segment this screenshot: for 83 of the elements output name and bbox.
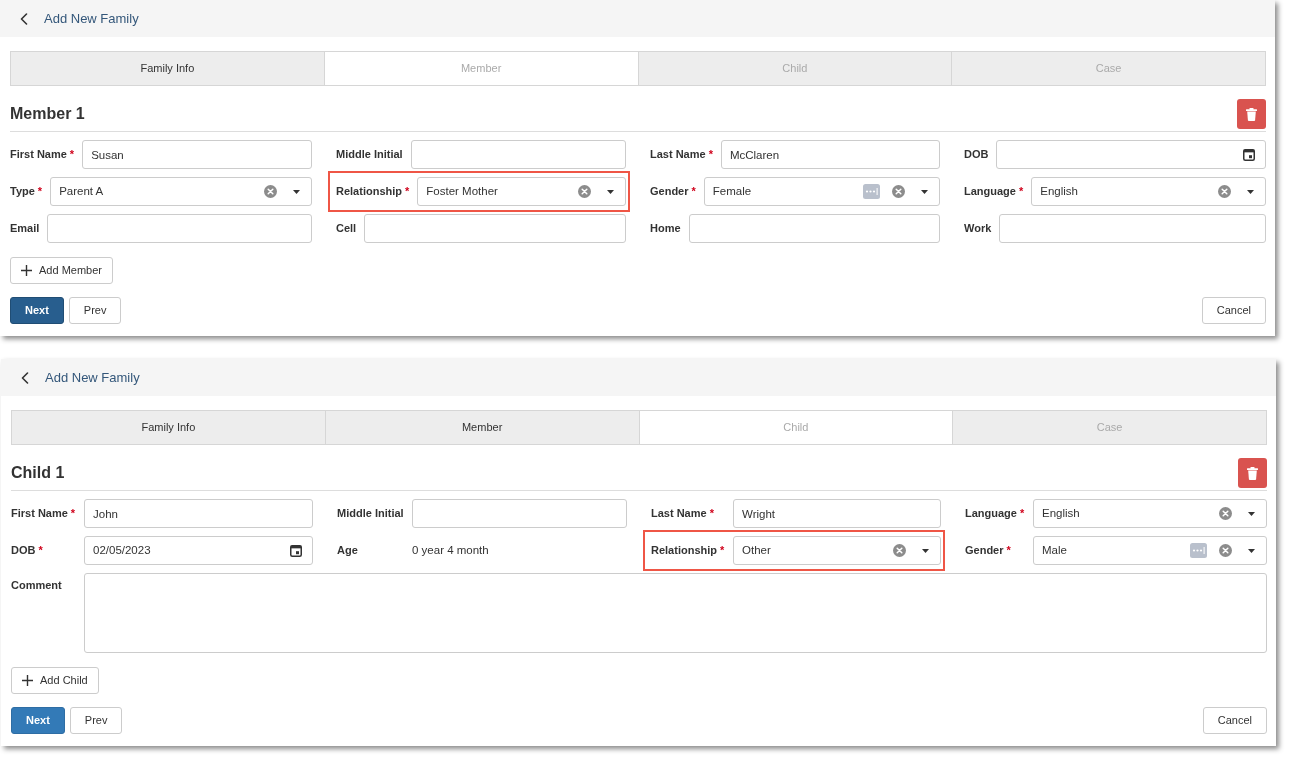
field-label: DOB <box>964 147 990 163</box>
clear-icon[interactable] <box>893 544 906 557</box>
add-button[interactable]: Add Member <box>10 257 113 284</box>
section-title: Member 1 <box>10 104 85 124</box>
page-title: Add New Family <box>45 368 140 387</box>
trash-icon <box>1246 107 1257 121</box>
input-field[interactable] <box>999 214 1266 243</box>
input-field[interactable] <box>47 214 312 243</box>
field-label: Middle Initial <box>336 147 404 163</box>
select-field[interactable]: Male <box>1033 536 1267 565</box>
field-value: 0 year 4 month <box>412 542 489 558</box>
plus-icon <box>22 675 33 686</box>
caret-icon[interactable] <box>1248 548 1255 553</box>
step-tab[interactable]: Member <box>324 410 640 445</box>
caret-icon[interactable] <box>293 189 300 194</box>
chevron-left-icon[interactable] <box>21 371 29 384</box>
next-button[interactable]: Next <box>11 707 65 734</box>
caret-icon[interactable] <box>922 548 929 553</box>
caret-icon[interactable] <box>1248 511 1255 516</box>
field-label: Home <box>650 221 682 237</box>
plus-icon <box>21 265 32 276</box>
select-field[interactable]: Other <box>733 536 941 565</box>
step-tab[interactable]: Family Info <box>11 410 326 445</box>
select-field[interactable]: Female <box>703 177 940 206</box>
clear-icon[interactable] <box>1219 544 1232 557</box>
field-label: Language * <box>965 506 1026 522</box>
add-button[interactable]: Add Child <box>11 667 99 694</box>
prev-button[interactable]: Prev <box>69 707 123 734</box>
field-label: Last Name * <box>650 147 714 163</box>
select-field[interactable]: Parent A <box>50 177 312 206</box>
comment-field[interactable] <box>84 573 1267 653</box>
input-field[interactable] <box>412 499 627 528</box>
delete-button[interactable] <box>1238 458 1267 488</box>
select-field[interactable]: English <box>1033 499 1267 528</box>
input-field[interactable] <box>364 214 626 243</box>
clear-icon[interactable] <box>578 185 591 198</box>
field-label: Cell <box>336 221 358 237</box>
input-field[interactable]: Wright <box>733 499 941 528</box>
date-field[interactable]: 02/05/2023 <box>84 536 313 565</box>
field-label: First Name * <box>10 147 76 163</box>
field-label: Work <box>964 221 993 237</box>
cancel-button[interactable]: Cancel <box>1202 707 1267 734</box>
caret-icon[interactable] <box>607 189 614 194</box>
delete-button[interactable] <box>1237 99 1266 129</box>
next-button[interactable]: Next <box>10 297 64 324</box>
date-field[interactable] <box>996 140 1266 169</box>
step-tab[interactable]: Family Info <box>10 51 325 86</box>
input-field[interactable] <box>688 214 940 243</box>
calendar-icon[interactable] <box>1243 148 1255 161</box>
field-label: Relationship * <box>336 184 411 200</box>
input-field[interactable]: Susan <box>82 140 312 169</box>
prev-button[interactable]: Prev <box>68 297 122 324</box>
caret-icon[interactable] <box>921 189 928 194</box>
field-label: Middle Initial <box>337 506 405 522</box>
calendar-icon[interactable] <box>290 544 302 557</box>
ellipsis-icon[interactable] <box>1190 543 1207 558</box>
input-field[interactable] <box>410 140 626 169</box>
clear-icon[interactable] <box>1219 507 1232 520</box>
clear-icon[interactable] <box>892 185 905 198</box>
page-title: Add New Family <box>44 9 139 28</box>
field-label: Language * <box>964 184 1025 200</box>
field-label: Type * <box>10 184 44 200</box>
cancel-button[interactable]: Cancel <box>1201 297 1266 324</box>
field-label: Email <box>10 221 41 237</box>
select-field[interactable]: English <box>1031 177 1266 206</box>
field-label: Age <box>337 543 359 559</box>
caret-icon[interactable] <box>1247 189 1254 194</box>
select-field[interactable]: Foster Mother <box>417 177 626 206</box>
clear-icon[interactable] <box>1218 185 1231 198</box>
field-label: DOB * <box>11 543 44 559</box>
field-label: Gender * <box>965 543 1012 559</box>
field-label: Gender * <box>650 184 697 200</box>
input-field[interactable]: John <box>84 499 313 528</box>
field-label: Relationship * <box>651 543 726 559</box>
field-label: Last Name * <box>651 506 715 522</box>
trash-icon <box>1247 466 1258 480</box>
field-label: Comment <box>11 578 63 593</box>
ellipsis-icon[interactable] <box>863 184 880 199</box>
clear-icon[interactable] <box>264 185 277 198</box>
input-field[interactable]: McClaren <box>720 140 940 169</box>
chevron-left-icon[interactable] <box>20 12 28 25</box>
field-label: First Name * <box>11 506 77 522</box>
section-title: Child 1 <box>11 463 65 483</box>
